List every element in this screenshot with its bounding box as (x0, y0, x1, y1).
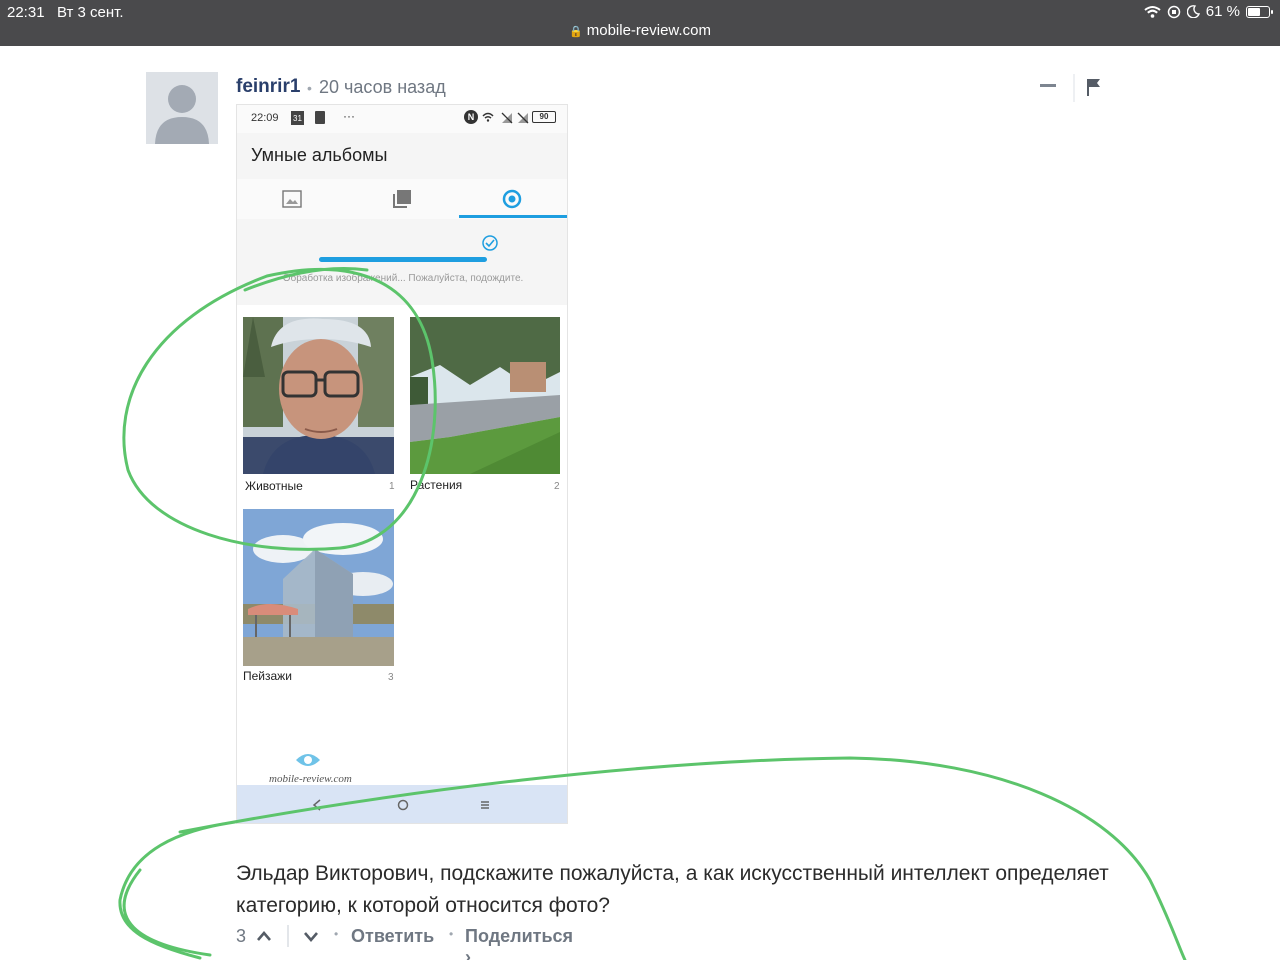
lock-icon: 🔒 (569, 26, 583, 38)
landscape-photo (243, 509, 394, 666)
watermark-text: mobile-review.com (269, 773, 352, 785)
album-count-plants: 2 (554, 481, 560, 492)
active-tab-indicator (459, 215, 567, 218)
phone-battery-icon: 90 (532, 111, 556, 123)
processing-text: Обработка изображений... Пожалуйста, под… (282, 273, 524, 284)
phone-wifi-icon (482, 112, 494, 122)
tab-photos[interactable] (237, 179, 347, 219)
album-label-animals: Животные (245, 479, 303, 493)
album-thumbnail-animals[interactable] (243, 317, 394, 474)
upvote-icon[interactable] (256, 930, 272, 942)
do-not-disturb-icon (1186, 5, 1200, 18)
status-icons: 61 % (1144, 3, 1273, 20)
avatar[interactable] (146, 72, 218, 144)
flag-icon[interactable] (1086, 78, 1102, 96)
vote-count: 3 (236, 926, 247, 946)
album-label-landscapes: Пейзажи (243, 669, 292, 683)
phone-tab-bar (237, 179, 567, 219)
share-link[interactable]: Поделиться › (465, 926, 573, 960)
attached-screenshot[interactable]: 22:09 31 ··· N 90 Умные альбомы Обработк… (236, 104, 568, 824)
phone-status-bar: 22:09 31 ··· N 90 (237, 105, 567, 133)
tab-smart-albums[interactable] (457, 179, 567, 219)
separator-dot: • (449, 927, 454, 941)
photo-icon (282, 190, 302, 208)
divider (1073, 74, 1075, 102)
more-dots-icon: ··· (343, 109, 355, 123)
park-photo (410, 317, 560, 474)
processing-progress-bar (319, 257, 487, 262)
smart-albums-icon (502, 189, 522, 209)
battery-percent: 61 % (1205, 3, 1240, 20)
sim-icon (315, 111, 325, 124)
signal-off-icon (501, 112, 513, 124)
address-bar[interactable]: 🔒 mobile-review.com (0, 22, 1280, 39)
hand-drawn-annotations (118, 266, 1187, 960)
tab-albums[interactable] (347, 179, 457, 219)
nfc-icon: N (464, 110, 478, 124)
vote-divider (287, 925, 289, 947)
album-count-animals: 1 (389, 481, 395, 492)
album-count-landscapes: 3 (388, 672, 394, 683)
comment-author[interactable]: feinrir1 (236, 76, 300, 98)
calendar-icon: 31 (291, 111, 304, 125)
album-label-plants: Растения (410, 478, 463, 492)
recents-menu-icon[interactable] (479, 799, 491, 811)
status-date: Вт 3 сент. (57, 4, 124, 21)
albums-icon (393, 190, 411, 208)
screen: 22:31 Вт 3 сент. 🔒 mobile-review.com 61 % (0, 0, 1280, 960)
phone-time: 22:09 (251, 112, 279, 124)
battery-icon (1246, 5, 1273, 18)
check-circle-icon (482, 235, 498, 251)
downvote-icon[interactable] (303, 931, 319, 943)
comment-body: Эльдар Викторович, подскажите пожалуйста… (236, 862, 1109, 917)
comment-timestamp[interactable]: 20 часов назад (319, 77, 446, 98)
portrait-photo (243, 317, 394, 474)
ipad-status-bar: 22:31 Вт 3 сент. 🔒 mobile-review.com 61 % (0, 0, 1280, 46)
back-icon[interactable] (311, 798, 323, 812)
collapse-button[interactable] (1040, 84, 1056, 87)
phone-nav-bar (237, 785, 567, 823)
battery-fill (1248, 7, 1260, 16)
url-text: mobile-review.com (586, 22, 711, 39)
separator-dot: • (334, 927, 339, 941)
mobile-review-logo (296, 754, 320, 766)
wifi-icon (1144, 6, 1161, 18)
reply-link[interactable]: Ответить (351, 926, 434, 947)
home-icon[interactable] (397, 799, 409, 811)
phone-screen-title: Умные альбомы (251, 145, 388, 165)
album-thumbnail-plants[interactable] (410, 317, 560, 474)
signal-off-icon-2 (517, 112, 529, 124)
album-thumbnail-landscapes[interactable] (243, 509, 394, 666)
separator-dot: • (307, 80, 312, 96)
avatar-placeholder-icon (155, 85, 209, 144)
status-time: 22:31 (7, 4, 45, 21)
orientation-lock-icon (1167, 5, 1181, 18)
